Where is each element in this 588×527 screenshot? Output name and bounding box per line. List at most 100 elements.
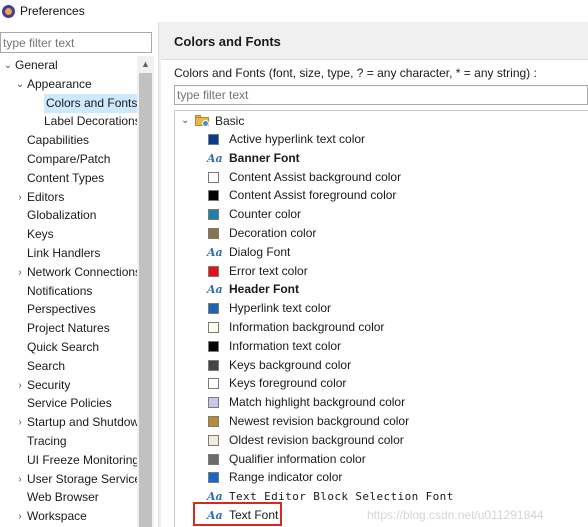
chevron-right-icon[interactable]: › bbox=[15, 188, 25, 207]
chevron-right-icon[interactable]: › bbox=[15, 470, 25, 489]
pref-item[interactable]: Hyperlink text color bbox=[175, 299, 588, 318]
chevron-right-icon[interactable]: › bbox=[15, 507, 25, 526]
chevron-right-icon[interactable]: › bbox=[15, 263, 25, 282]
scroll-up-icon[interactable]: ▲ bbox=[137, 56, 154, 73]
pref-item[interactable]: Information background color bbox=[175, 318, 588, 337]
tree-item[interactable]: Keys bbox=[0, 225, 137, 244]
colors-filter-input[interactable] bbox=[174, 85, 588, 105]
annotation-highlight-box bbox=[193, 502, 282, 526]
tree-item-label: Link Handlers bbox=[27, 246, 101, 260]
pref-item-label: Error text color bbox=[229, 263, 308, 278]
color-swatch-icon bbox=[208, 434, 219, 446]
pref-item[interactable]: Match highlight background color bbox=[175, 393, 588, 412]
color-swatch-icon bbox=[208, 190, 219, 202]
tree-item[interactable]: › Security bbox=[0, 376, 137, 395]
tree-item-label: Project Natures bbox=[27, 321, 110, 336]
tree-item-label: Web Browser bbox=[27, 490, 99, 505]
pref-item[interactable]: Active hyperlink text color bbox=[175, 130, 588, 149]
pref-item[interactable]: Newest revision background color bbox=[175, 412, 588, 431]
pref-item-label: Qualifier information color bbox=[229, 451, 366, 466]
pref-item-label: Hyperlink text color bbox=[229, 301, 332, 316]
chevron-right-icon[interactable]: › bbox=[15, 376, 25, 395]
pref-item-label: Match highlight background color bbox=[229, 395, 406, 410]
tree-item-label: Capabilities bbox=[27, 133, 90, 148]
tree-item[interactable]: Project Natures bbox=[0, 319, 137, 338]
tree-item[interactable]: Quick Search bbox=[0, 338, 137, 357]
tree-item[interactable]: ⌄ Appearance bbox=[0, 75, 137, 94]
pref-item[interactable]: Oldest revision background color bbox=[175, 431, 588, 450]
tree-item-label: Startup and Shutdown bbox=[27, 415, 137, 430]
pref-item[interactable]: Aa Dialog Font bbox=[175, 243, 588, 262]
tree-item[interactable]: Content Types bbox=[0, 169, 137, 188]
window-title: Preferences bbox=[20, 4, 85, 18]
color-swatch-icon bbox=[208, 378, 219, 390]
nav-filter-input[interactable] bbox=[0, 32, 152, 53]
chevron-down-icon[interactable]: ⌄ bbox=[15, 75, 25, 94]
pref-item[interactable]: Decoration color bbox=[175, 224, 588, 243]
tree-item-label: Quick Search bbox=[27, 340, 100, 354]
tree-item[interactable]: Perspectives bbox=[0, 300, 137, 319]
pref-item-label: Keys background color bbox=[229, 357, 352, 372]
category-label: Basic bbox=[215, 114, 245, 128]
tree-item-label: Workspace bbox=[27, 509, 87, 524]
tree-item-label: Tracing bbox=[27, 434, 67, 448]
tree-item[interactable]: Search bbox=[0, 357, 137, 376]
pref-item[interactable]: Aa Header Font bbox=[175, 280, 588, 299]
tree-item[interactable]: › Startup and Shutdown bbox=[0, 413, 137, 432]
pref-item[interactable]: Content Assist foreground color bbox=[175, 186, 588, 205]
tree-item[interactable]: › Workspace bbox=[0, 507, 137, 526]
tree-item[interactable]: › Network Connections bbox=[0, 263, 137, 282]
pref-item[interactable]: Keys background color bbox=[175, 356, 588, 375]
pref-item[interactable]: Error text color bbox=[175, 262, 588, 281]
color-swatch-icon bbox=[208, 303, 219, 315]
pref-item-label: Content Assist background color bbox=[229, 169, 402, 184]
chevron-right-icon[interactable]: › bbox=[15, 413, 25, 432]
color-swatch-icon bbox=[208, 340, 219, 352]
pref-item[interactable]: Content Assist background color bbox=[175, 168, 588, 187]
color-swatch-icon bbox=[208, 134, 219, 145]
pref-item[interactable]: Counter color bbox=[175, 205, 588, 224]
pref-item[interactable]: Information text color bbox=[175, 337, 588, 356]
tree-item[interactable]: › User Storage Service bbox=[0, 470, 137, 489]
chevron-down-icon[interactable]: ⌄ bbox=[181, 112, 189, 130]
tree-item[interactable]: Globalization bbox=[0, 206, 137, 225]
tree-item[interactable]: Web Browser bbox=[0, 488, 137, 507]
color-swatch-icon bbox=[208, 209, 219, 221]
preferences-tree: ⌄ General ⌄ Appearance Colors and Fonts Label… bbox=[0, 56, 137, 527]
tree-item[interactable]: Link Handlers bbox=[0, 244, 137, 263]
color-swatch-icon bbox=[208, 416, 219, 427]
tree-item-label: Label Decorations bbox=[44, 114, 137, 129]
nav-scrollbar[interactable]: ▲ bbox=[137, 56, 154, 527]
category-basic[interactable]: ⌄ Basic bbox=[175, 112, 588, 130]
tree-item[interactable]: ⌄ General bbox=[0, 56, 137, 75]
pref-item[interactable]: Aa Banner Font bbox=[175, 149, 588, 168]
tree-item[interactable]: Label Decorations bbox=[0, 112, 137, 131]
font-icon: Aa bbox=[207, 283, 223, 297]
font-icon: Aa bbox=[207, 151, 223, 165]
tree-item[interactable]: Compare/Patch bbox=[0, 150, 137, 169]
folder-icon bbox=[195, 115, 209, 127]
tree-item-label: Content Types bbox=[27, 170, 105, 185]
tree-item-label: Search bbox=[27, 358, 66, 373]
tree-item-label: Notifications bbox=[27, 283, 93, 298]
pref-item-label: Information text color bbox=[229, 338, 342, 353]
tree-item[interactable]: Notifications bbox=[0, 282, 137, 301]
nav-scrollbar-thumb[interactable] bbox=[139, 73, 152, 527]
tree-item[interactable]: Colors and Fonts bbox=[0, 93, 137, 113]
tree-item[interactable]: Capabilities bbox=[0, 131, 137, 150]
chevron-down-icon[interactable]: ⌄ bbox=[3, 56, 13, 75]
tree-item-label: Colors and Fonts bbox=[44, 93, 137, 113]
tree-item[interactable]: › Editors bbox=[0, 188, 137, 207]
pref-item-label: Banner Font bbox=[229, 150, 300, 165]
color-swatch-icon bbox=[208, 228, 219, 239]
tree-item[interactable]: Service Policies bbox=[0, 394, 137, 413]
tree-item[interactable]: UI Freeze Monitoring bbox=[0, 451, 137, 470]
pref-item[interactable]: Qualifier information color bbox=[175, 450, 588, 469]
pref-item[interactable]: Keys foreground color bbox=[175, 374, 588, 393]
eclipse-app-icon bbox=[2, 4, 15, 18]
tree-item[interactable]: Tracing bbox=[0, 432, 137, 451]
color-swatch-icon bbox=[208, 472, 219, 484]
page-header: Colors and Fonts bbox=[161, 22, 588, 60]
tree-item-label: Editors bbox=[27, 189, 65, 204]
pref-item[interactable]: Range indicator color bbox=[175, 468, 588, 487]
